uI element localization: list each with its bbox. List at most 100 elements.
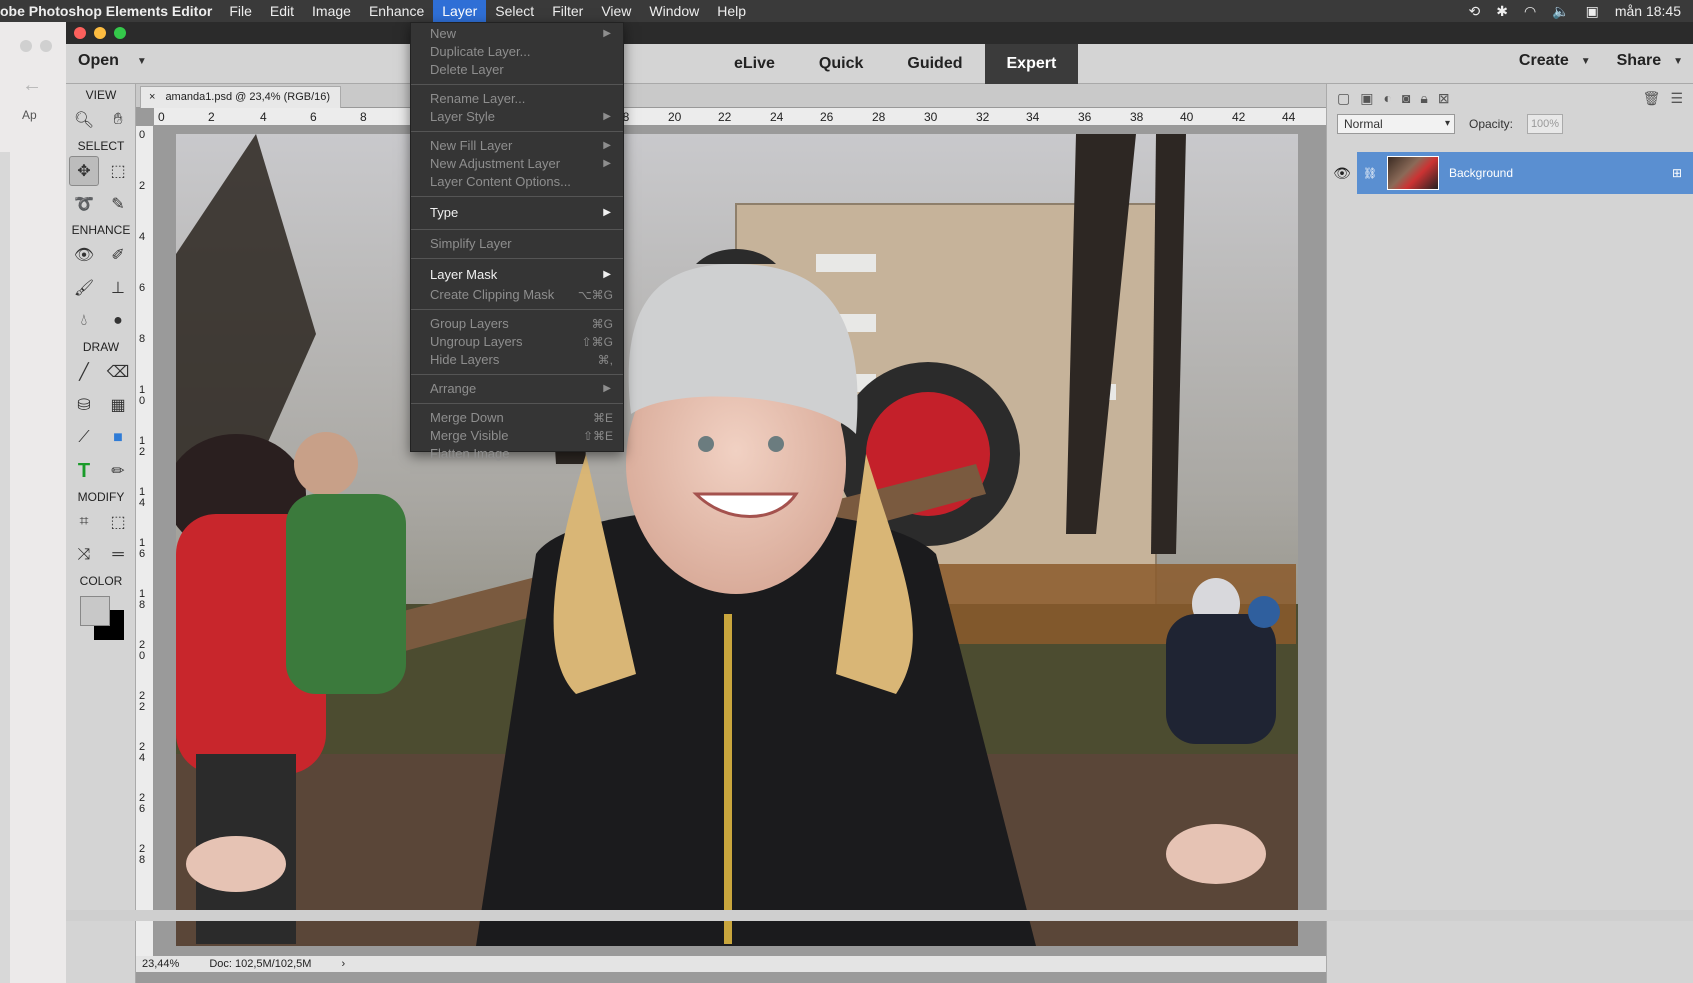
- menu-item-ungroup-layers[interactable]: Ungroup Layers ⇧⌘G: [411, 333, 623, 351]
- panel-menu-icon[interactable]: ☰: [1670, 90, 1683, 106]
- tab-close-icon[interactable]: ×: [149, 87, 155, 108]
- blur-tool-icon[interactable]: 💧︎: [69, 306, 99, 336]
- create-button[interactable]: Create ▼: [1519, 52, 1591, 70]
- hruler-label: 32: [976, 110, 990, 124]
- adjustment-layer-icon[interactable]: ◐: [1383, 90, 1391, 106]
- hand-tool-icon[interactable]: ✋︎: [103, 105, 133, 135]
- keyboard-icon[interactable]: ▣: [1586, 3, 1599, 20]
- menu-help[interactable]: Help: [708, 0, 755, 22]
- hruler-label: 4: [260, 110, 267, 124]
- lock-transparency-icon[interactable]: ⊠: [1438, 90, 1450, 106]
- pencil-tool-icon[interactable]: ✏︎: [103, 456, 133, 486]
- menu-edit[interactable]: Edit: [261, 0, 303, 22]
- back-arrow-icon[interactable]: ←: [22, 74, 42, 97]
- zoom-window-button[interactable]: [114, 27, 126, 39]
- opacity-label: Opacity:: [1469, 117, 1514, 131]
- recompose-tool-icon[interactable]: ⬚: [103, 507, 133, 537]
- shape-tool-icon[interactable]: ■: [103, 423, 133, 453]
- red-eye-tool-icon[interactable]: 👁︎: [69, 240, 99, 270]
- straighten-tool-icon[interactable]: ═: [103, 540, 133, 570]
- smart-brush-tool-icon[interactable]: 🖌︎: [69, 273, 99, 303]
- chevron-right-icon[interactable]: ›: [341, 956, 345, 972]
- menu-item-merge-visible[interactable]: Merge Visible ⇧⌘E: [411, 427, 623, 445]
- menu-file[interactable]: File: [220, 0, 261, 22]
- marquee-tool-icon[interactable]: ⬚: [103, 156, 133, 186]
- clock[interactable]: mån 18:45: [1615, 3, 1681, 19]
- time-machine-icon[interactable]: ⟲: [1468, 3, 1480, 20]
- tab-expert[interactable]: Expert: [984, 44, 1079, 84]
- menu-item-layer-style[interactable]: Layer Style ▶: [411, 108, 623, 126]
- section-draw: DRAW: [82, 340, 120, 354]
- spot-healing-tool-icon[interactable]: ✐: [103, 240, 133, 270]
- zoom-readout[interactable]: 23,44%: [142, 956, 179, 972]
- paint-bucket-tool-icon[interactable]: ⛁: [69, 390, 99, 420]
- menu-view[interactable]: View: [592, 0, 640, 22]
- type-tool-icon[interactable]: T: [69, 456, 99, 486]
- eraser-tool-icon[interactable]: ⌫: [103, 357, 133, 387]
- menu-item-new-fill-layer[interactable]: New Fill Layer ▶: [411, 137, 623, 155]
- clone-stamp-tool-icon[interactable]: ⊥: [103, 273, 133, 303]
- share-button[interactable]: Share ▼: [1617, 52, 1683, 70]
- tab-elive[interactable]: eLive: [712, 44, 797, 84]
- menu-item-new[interactable]: New ▶: [411, 25, 623, 43]
- menu-item-create-clipping-mask[interactable]: Create Clipping Mask ⌥⌘G: [411, 286, 623, 304]
- quick-selection-tool-icon[interactable]: ✎: [103, 189, 133, 219]
- open-button[interactable]: Open ▼: [78, 52, 147, 70]
- menu-item-flatten-image[interactable]: Flatten Image: [411, 445, 623, 463]
- app-name[interactable]: obe Photoshop Elements Editor: [0, 3, 220, 19]
- menu-item-label: Flatten Image: [430, 446, 510, 461]
- new-layer-icon[interactable]: ▢: [1337, 90, 1350, 106]
- trash-icon[interactable]: 🗑︎: [1643, 90, 1661, 106]
- opacity-input[interactable]: 100%: [1527, 114, 1564, 134]
- menu-item-duplicate-layer[interactable]: Duplicate Layer...: [411, 43, 623, 61]
- foreground-color-swatch[interactable]: [80, 596, 110, 626]
- menu-item-label: Group Layers: [430, 316, 509, 331]
- layer-row[interactable]: 👁︎ ⛓︎ Background ⊞: [1327, 152, 1693, 194]
- gradient-tool-icon[interactable]: ▦: [103, 390, 133, 420]
- menu-window[interactable]: Window: [640, 0, 708, 22]
- menu-item-hide-layers[interactable]: Hide Layers ⌘,: [411, 351, 623, 369]
- tab-quick[interactable]: Quick: [797, 44, 885, 84]
- menu-item-group-layers[interactable]: Group Layers ⌘G: [411, 315, 623, 333]
- move-tool-icon[interactable]: ✥: [69, 156, 99, 186]
- menu-item-rename-layer[interactable]: Rename Layer...: [411, 90, 623, 108]
- menu-image[interactable]: Image: [303, 0, 360, 22]
- menu-item-arrange[interactable]: Arrange ▶: [411, 380, 623, 398]
- new-group-icon[interactable]: ▣: [1360, 90, 1373, 106]
- brush-tool-icon[interactable]: ╱: [69, 357, 99, 387]
- menu-item-simplify-layer[interactable]: Simplify Layer: [411, 235, 623, 253]
- lasso-tool-icon[interactable]: ➰: [69, 189, 99, 219]
- wifi-icon[interactable]: ◠: [1524, 3, 1536, 20]
- menu-item-delete-layer[interactable]: Delete Layer: [411, 61, 623, 79]
- tab-guided[interactable]: Guided: [885, 44, 984, 84]
- content-aware-move-tool-icon[interactable]: ⤨: [69, 540, 99, 570]
- minimize-window-button[interactable]: [94, 27, 106, 39]
- eyedropper-tool-icon[interactable]: ⟋: [69, 423, 99, 453]
- apps-label[interactable]: Ap: [22, 108, 37, 122]
- menu-enhance[interactable]: Enhance: [360, 0, 433, 22]
- layer-background[interactable]: ⛓︎ Background ⊞: [1357, 152, 1693, 194]
- eye-icon[interactable]: 👁︎: [1327, 165, 1357, 182]
- crop-tool-icon[interactable]: ⌗: [69, 507, 99, 537]
- hruler-label: 38: [1130, 110, 1144, 124]
- menu-item-type[interactable]: Type ▶: [411, 202, 623, 224]
- zoom-tool-icon[interactable]: 🔍︎: [69, 105, 99, 135]
- canvas-photo[interactable]: [176, 134, 1298, 946]
- menu-item-merge-down[interactable]: Merge Down ⌘E: [411, 409, 623, 427]
- layer-mask-icon[interactable]: ◙: [1402, 90, 1410, 106]
- blend-mode-select[interactable]: Normal: [1337, 114, 1455, 134]
- bluetooth-icon[interactable]: ✱: [1496, 3, 1508, 20]
- lock-all-icon[interactable]: 🔒︎: [1420, 90, 1427, 106]
- menu-select[interactable]: Select: [486, 0, 543, 22]
- doc-size-readout[interactable]: Doc: 102,5M/102,5M: [209, 956, 311, 972]
- document-tab[interactable]: × amanda1.psd @ 23,4% (RGB/16): [140, 86, 342, 108]
- menu-item-layer-content-options[interactable]: Layer Content Options...: [411, 173, 623, 191]
- menu-item-label: Rename Layer...: [430, 91, 526, 106]
- close-window-button[interactable]: [74, 27, 86, 39]
- menu-item-layer-mask[interactable]: Layer Mask ▶: [411, 264, 623, 286]
- menu-filter[interactable]: Filter: [543, 0, 592, 22]
- menu-layer[interactable]: Layer: [433, 0, 487, 22]
- volume-icon[interactable]: 🔈: [1552, 3, 1569, 20]
- menu-item-new-adjustment-layer[interactable]: New Adjustment Layer ▶: [411, 155, 623, 173]
- sponge-tool-icon[interactable]: ●: [103, 306, 133, 336]
